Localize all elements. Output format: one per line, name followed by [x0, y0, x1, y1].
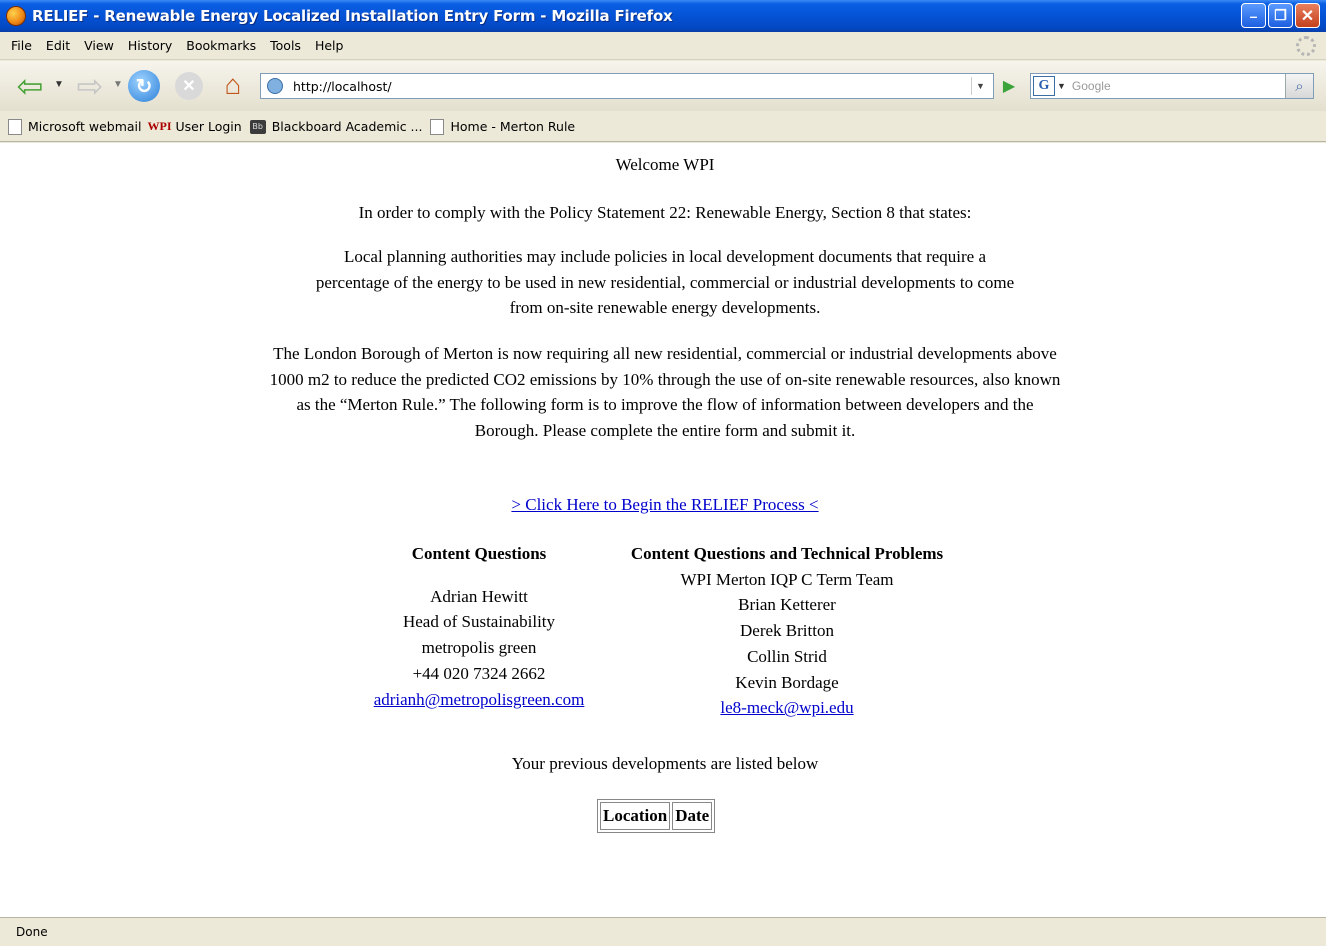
intro-text: In order to comply with the Policy State…: [358, 203, 972, 222]
window-title: RELIEF - Renewable Energy Localized Inst…: [32, 7, 673, 25]
stop-icon[interactable]: ✕: [175, 72, 203, 100]
team-member: Collin Strid: [747, 646, 827, 666]
team-email-link[interactable]: le8-meck@wpi.edu: [598, 695, 976, 721]
window-titlebar[interactable]: RELIEF - Renewable Energy Localized Inst…: [0, 0, 1326, 32]
status-text: Done: [16, 925, 48, 939]
location-column-header: Location: [600, 802, 671, 830]
menu-file[interactable]: File: [4, 38, 39, 53]
contact-phone: +44 020 7324 2662: [412, 663, 546, 683]
team-member: Derek Britton: [740, 621, 834, 641]
menu-tools[interactable]: Tools: [263, 38, 308, 53]
developments-table: Location Date: [597, 799, 716, 833]
team-member: Brian Ketterer: [738, 595, 836, 615]
close-button[interactable]: ✕: [1295, 3, 1320, 28]
status-bar: Done: [0, 917, 1326, 946]
contact-heading: Content Questions: [411, 544, 547, 563]
team-member: Kevin Bordage: [735, 672, 839, 692]
date-column-header: Date: [672, 802, 713, 830]
search-icon[interactable]: ⌕: [1285, 74, 1313, 98]
window-controls: – ❐ ✕: [1241, 3, 1320, 28]
contact-email-link[interactable]: adrianh@metropolisgreen.com: [340, 687, 618, 713]
contact-role: Head of Sustainability: [402, 612, 556, 632]
blackboard-icon: Bb: [249, 119, 266, 134]
search-input[interactable]: Google: [1072, 79, 1111, 93]
bookmarks-toolbar: Microsoft webmail WPI User Login Bb Blac…: [0, 112, 1326, 142]
minimize-button[interactable]: –: [1241, 3, 1266, 28]
page-icon: [430, 118, 445, 135]
menu-edit[interactable]: Edit: [39, 38, 77, 53]
team-name: WPI Merton IQP C Term Team: [680, 569, 894, 589]
site-icon: [267, 78, 283, 94]
go-arrow-icon[interactable]: ▶: [998, 75, 1020, 97]
previous-developments-text: Your previous developments are listed be…: [511, 754, 819, 773]
maximize-button[interactable]: ❐: [1268, 3, 1293, 28]
back-arrow-icon[interactable]: ⇦: [12, 70, 48, 102]
bookmark-merton-rule[interactable]: Home - Merton Rule: [430, 118, 576, 135]
url-dropdown-icon[interactable]: ▼: [971, 77, 989, 95]
page-content: Welcome WPI In order to comply with the …: [0, 143, 1326, 917]
bookmark-blackboard[interactable]: Bb Blackboard Academic ...: [249, 119, 423, 134]
search-box[interactable]: G ▼ Google ⌕: [1030, 73, 1314, 99]
policy-quote: Local planning authorities may include p…: [315, 247, 1015, 318]
menu-help[interactable]: Help: [308, 38, 351, 53]
content-questions-contact: Content Questions Adrian Hewitt Head of …: [340, 541, 618, 712]
merton-rule-text: The London Borough of Merton is now requ…: [269, 344, 1061, 441]
bookmark-label: Home - Merton Rule: [450, 119, 576, 134]
bookmark-user-login[interactable]: WPI User Login: [147, 119, 242, 135]
menu-view[interactable]: View: [77, 38, 121, 53]
engine-dropdown-icon[interactable]: ▼: [1057, 81, 1066, 91]
contact-organization: metropolis green: [421, 638, 537, 658]
bookmark-label: Blackboard Academic ...: [271, 119, 423, 134]
page-icon: [8, 118, 22, 135]
menu-bookmarks[interactable]: Bookmarks: [179, 38, 263, 53]
begin-relief-link[interactable]: > Click Here to Begin the RELIEF Process…: [263, 492, 1067, 518]
menu-bar: File Edit View History Bookmarks Tools H…: [0, 32, 1326, 60]
throbber-icon: [1296, 36, 1316, 56]
table-header-row: Location Date: [600, 802, 713, 830]
contact-name: Adrian Hewitt: [430, 586, 528, 606]
forward-arrow-icon[interactable]: ⇨: [72, 70, 108, 102]
bookmark-label: User Login: [175, 119, 242, 134]
welcome-text: Welcome WPI: [615, 155, 715, 174]
google-engine-icon[interactable]: G: [1033, 76, 1055, 96]
back-history-dropdown-icon[interactable]: ▼: [54, 79, 64, 90]
home-icon[interactable]: ⌂: [217, 69, 249, 101]
forward-history-dropdown-icon[interactable]: ▼: [113, 79, 123, 90]
menu-history[interactable]: History: [121, 38, 179, 53]
reload-icon[interactable]: ↻: [128, 70, 160, 102]
bookmark-label: Microsoft webmail: [28, 119, 142, 134]
technical-problems-contact: Content Questions and Technical Problems…: [598, 541, 976, 721]
navigation-toolbar: ⇦ ▼ ⇨ ▼ ↻ ✕ ⌂ http://localhost/ ▼ ▶ G ▼ …: [0, 61, 1326, 111]
bookmark-microsoft-webmail[interactable]: Microsoft webmail: [8, 118, 142, 135]
address-bar[interactable]: http://localhost/ ▼: [260, 73, 994, 99]
wpi-logo-icon: WPI: [147, 119, 172, 133]
contact-heading: Content Questions and Technical Problems: [630, 544, 944, 563]
url-text[interactable]: http://localhost/: [293, 79, 392, 94]
firefox-logo-icon: [6, 6, 26, 26]
